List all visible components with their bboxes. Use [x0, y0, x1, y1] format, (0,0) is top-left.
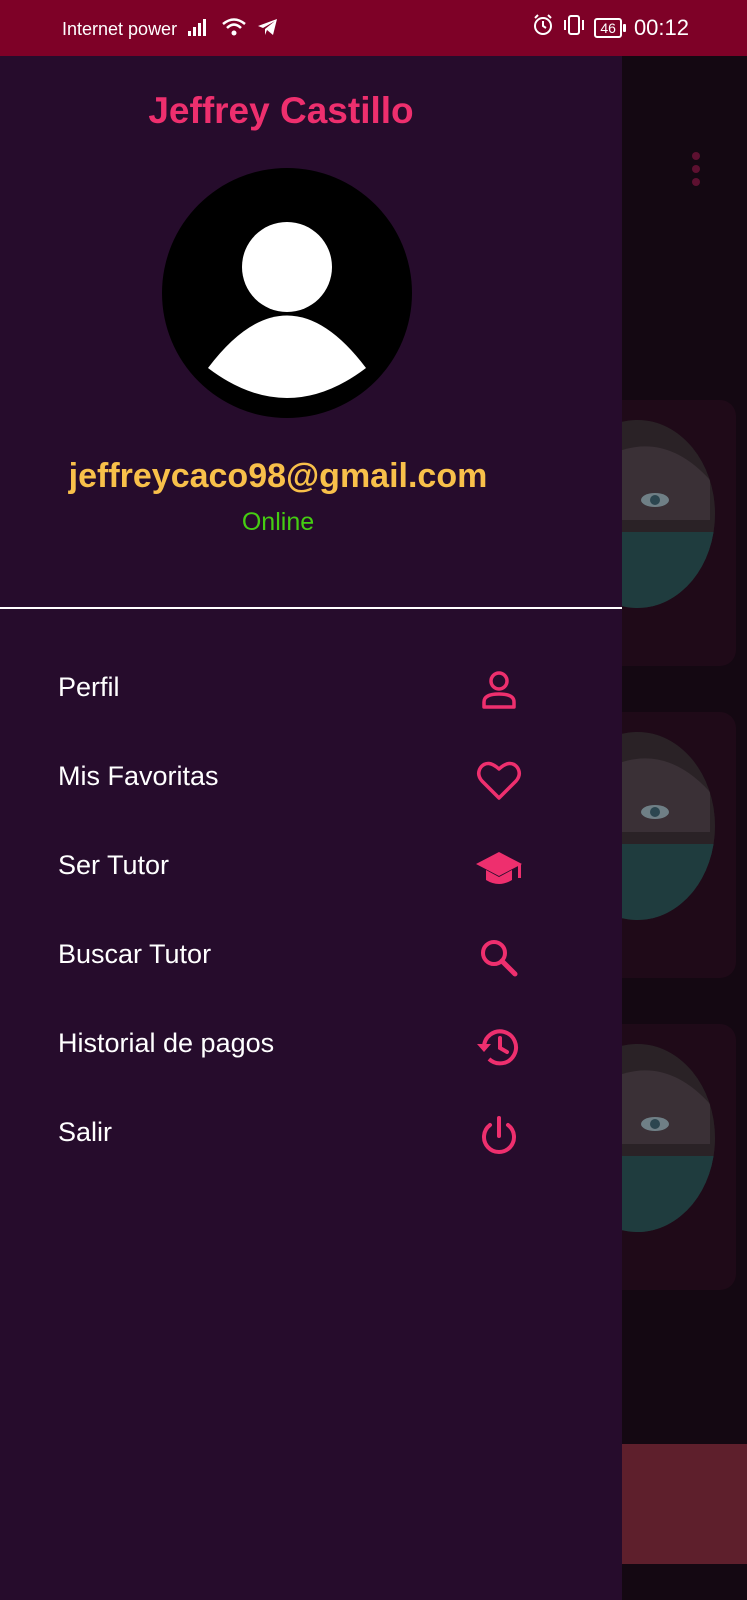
user-name: Jeffrey Castillo: [148, 90, 414, 131]
menu-item-perfil[interactable]: Perfil: [0, 650, 622, 730]
status-badge: Online: [241, 508, 315, 536]
person-avatar-icon: [208, 222, 366, 398]
menu-item-buscar-tutor[interactable]: Buscar Tutor: [0, 917, 622, 997]
heart-icon: [474, 755, 524, 805]
background-button: [620, 1444, 747, 1564]
vibrate-icon: [562, 14, 586, 42]
menu-item-historial-de-pagos[interactable]: Historial de pagos: [0, 1006, 622, 1086]
battery-icon: 46: [594, 18, 626, 38]
signal-icon: [187, 17, 211, 42]
navigation-drawer: Jeffrey Castillo jeffreycaco98@gmail.com…: [0, 56, 622, 1600]
status-bar: Internet power 46 00:12: [0, 0, 747, 56]
clock: 00:12: [633, 15, 689, 40]
battery-level: 46: [594, 18, 622, 38]
graduation-cap-icon: [474, 844, 524, 894]
menu-item-label: Perfil: [58, 672, 120, 702]
menu-item-ser-tutor[interactable]: Ser Tutor: [0, 828, 622, 908]
user-email: jeffreycaco98@gmail.com: [68, 457, 488, 495]
menu-item-mis-favoritas[interactable]: Mis Favoritas: [0, 739, 622, 819]
menu-item-label: Historial de pagos: [58, 1028, 275, 1058]
menu-item-label: Buscar Tutor: [58, 939, 212, 969]
avatar[interactable]: [162, 168, 412, 418]
wifi-icon: [221, 17, 247, 42]
overflow-menu-icon[interactable]: [692, 152, 702, 191]
power-icon: [474, 1111, 524, 1161]
alarm-icon: [532, 14, 554, 42]
divider: [0, 607, 622, 609]
menu-item-label: Salir: [58, 1117, 113, 1147]
person-icon: [474, 666, 524, 716]
menu-item-salir[interactable]: Salir: [0, 1095, 622, 1175]
telegram-icon: [257, 17, 279, 42]
carrier-label: Internet power: [62, 19, 178, 39]
history-icon: [474, 1022, 524, 1072]
menu-item-label: Mis Favoritas: [58, 761, 219, 791]
menu-item-label: Ser Tutor: [58, 850, 170, 880]
search-icon: [474, 933, 524, 983]
